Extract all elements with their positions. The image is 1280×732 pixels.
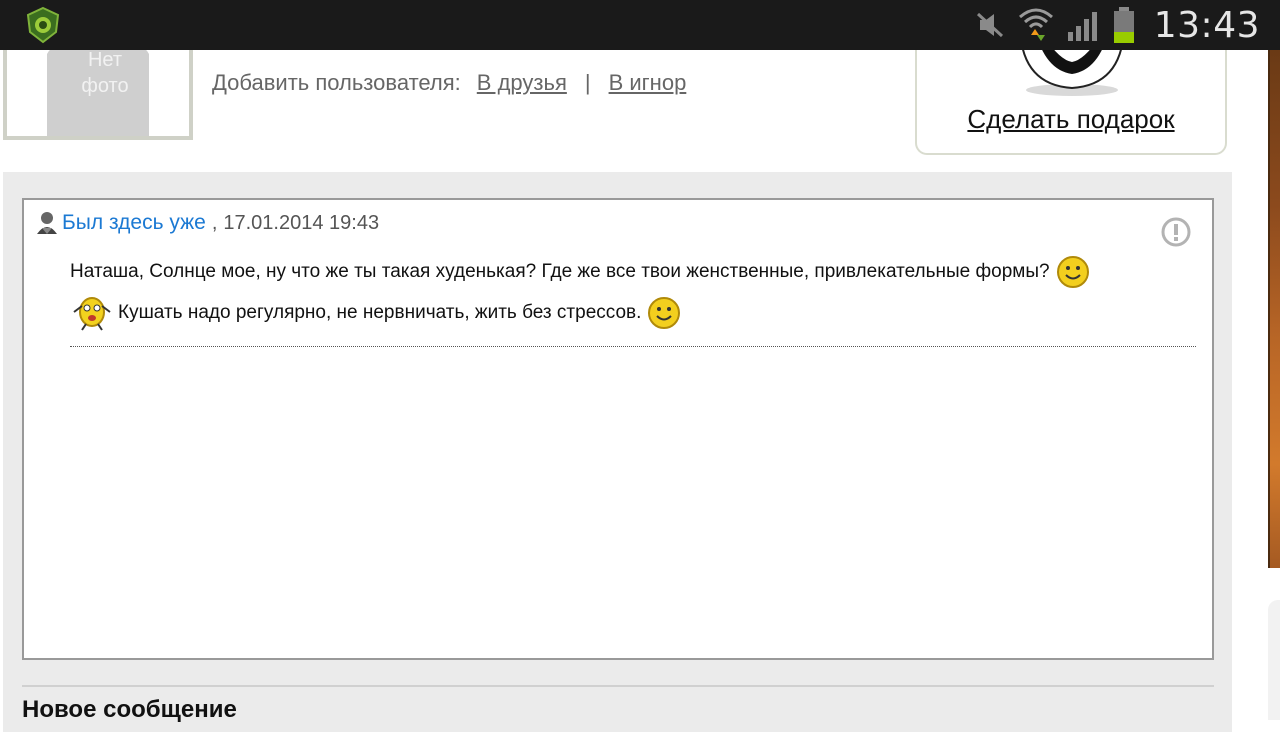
message-author-link[interactable]: Был здесь уже [62, 211, 206, 235]
message-text-1: Наташа, Солнце мое, ну что же ты такая х… [70, 261, 1050, 282]
message-date: 17.01.2014 19:43 [223, 211, 380, 234]
add-user-row: Добавить пользователя: В друзья | В игно… [212, 70, 686, 96]
app-shield-icon[interactable] [24, 6, 62, 44]
message-text-2: Кушать надо регулярно, не нервничать, жи… [118, 302, 642, 323]
message-card: Был здесь уже , 17.01.2014 19:43 Наташа,… [22, 198, 1214, 660]
smiley-icon [648, 297, 681, 329]
avatar-silhouette-icon: Нет фото [47, 44, 149, 136]
add-user-label: Добавить пользователя: [212, 70, 461, 95]
clock: 13:43 [1153, 4, 1260, 46]
dancing-smiley-icon [73, 297, 111, 331]
ignore-link[interactable]: В игнор [609, 70, 687, 96]
message-line-1: Наташа, Солнце мое, ну что же ты такая х… [70, 252, 1200, 292]
wifi-icon [1018, 8, 1053, 41]
side-photo-strip[interactable] [1268, 50, 1280, 568]
side-card [1268, 600, 1280, 720]
message-line-2: Кушать надо регулярно, не нервничать, жи… [70, 292, 1200, 334]
status-icons: 13:43 [974, 0, 1260, 50]
user-icon [37, 212, 57, 234]
message-body: Наташа, Солнце мое, ну что же ты такая х… [70, 252, 1200, 334]
message-divider [70, 346, 1196, 347]
make-gift-link[interactable]: Сделать подарок [917, 104, 1225, 135]
separator: | [584, 70, 591, 95]
add-friend-link[interactable]: В друзья [477, 70, 567, 96]
avatar-text-line1: Нет [88, 49, 122, 71]
section-divider [22, 685, 1214, 687]
smiley-icon [1056, 256, 1089, 288]
message-comma: , [211, 211, 218, 234]
avatar-text-line2: фото [81, 75, 128, 97]
report-icon[interactable] [1160, 216, 1192, 248]
status-bar: 13:43 [0, 0, 1280, 50]
mute-icon [976, 12, 1003, 38]
signal-icon [1067, 12, 1097, 41]
battery-icon [1113, 7, 1134, 43]
message-header: Был здесь уже , 17.01.2014 19:43 [36, 210, 379, 236]
avatar[interactable]: Нет фото [3, 40, 193, 140]
